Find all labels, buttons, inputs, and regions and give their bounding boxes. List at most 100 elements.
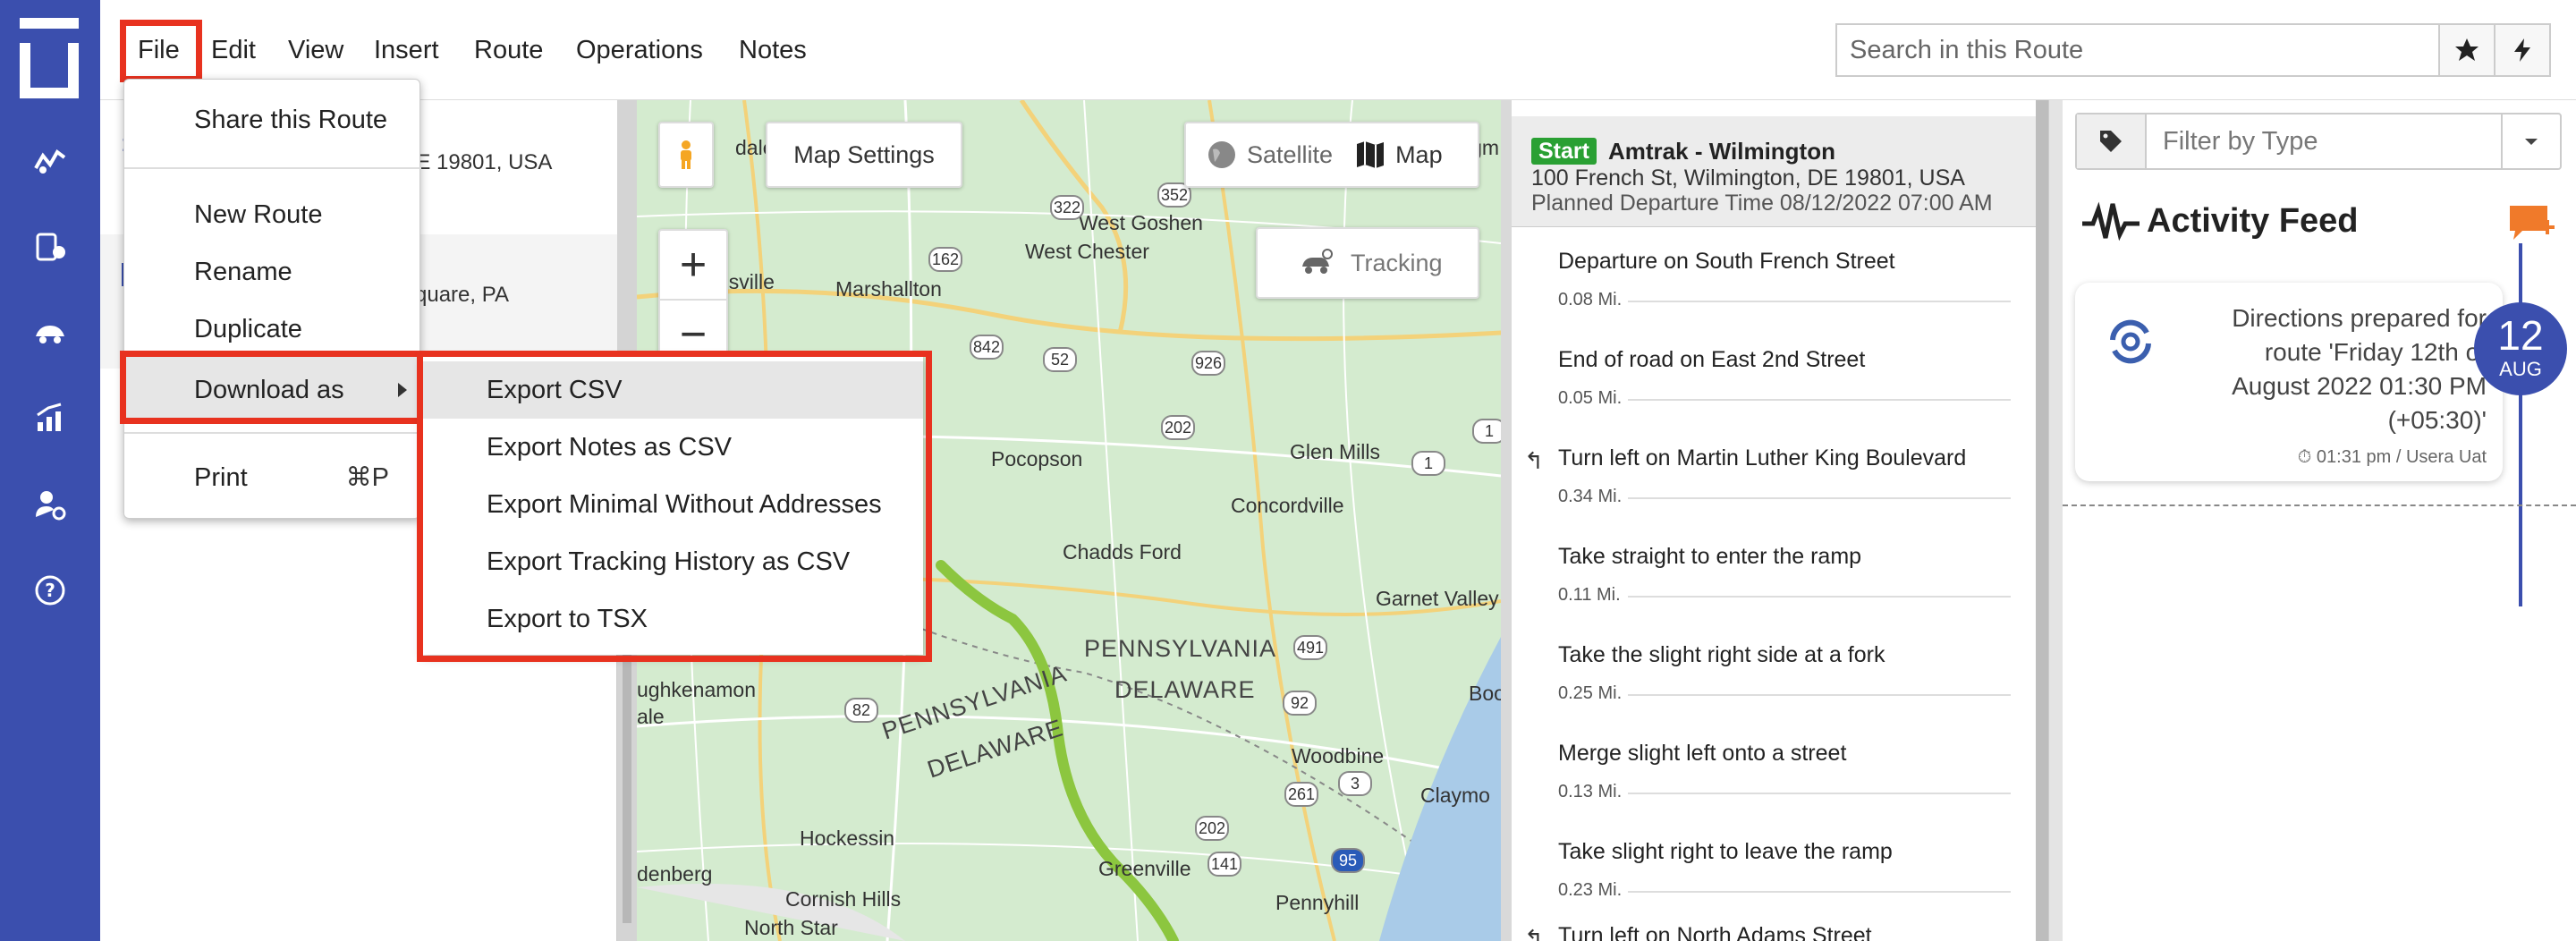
route-shield: 926: [1191, 351, 1225, 376]
direction-distance: 0.25 Mi.: [1558, 683, 1623, 703]
satellite-toggle[interactable]: Satellite: [1206, 139, 1333, 171]
planned-departure: Planned Departure Time 08/12/2022 07:00 …: [1531, 191, 1993, 216]
direction-step[interactable]: ↰ Turn left on Martin Luther King Boulev…: [1512, 431, 2036, 530]
map-place-label: Chadds Ford: [1063, 540, 1182, 564]
date-day: 12: [2497, 312, 2544, 359]
search-input[interactable]: [1837, 25, 2463, 75]
activity-time-user: 01:31 pm / Usera Uat: [2316, 447, 2487, 467]
menu-notes[interactable]: Notes: [739, 32, 807, 68]
route-shield: 95: [1331, 848, 1365, 873]
stops-icon[interactable]: [29, 225, 72, 268]
pegman-icon: [681, 140, 691, 169]
new-route-item[interactable]: New Route: [124, 187, 421, 242]
map-place-label: Glen Mills: [1290, 440, 1380, 463]
duplicate-item[interactable]: Duplicate: [124, 301, 421, 357]
direction-step[interactable]: ↰ Turn left on North Adams Street: [1512, 923, 2036, 941]
analytics-icon[interactable]: [29, 397, 72, 440]
submenu-highlight: [417, 351, 932, 662]
stop-address: DE 19801, USA: [401, 150, 553, 174]
direction-step[interactable]: End of road on East 2nd Street 0.05 Mi.: [1512, 333, 2036, 431]
file-dropdown-menu: Share this Route New Route Rename Duplic…: [123, 79, 421, 519]
map-settings-button[interactable]: Map Settings: [766, 122, 962, 188]
route-shield: 162: [928, 247, 962, 272]
direction-distance: 0.13 Mi.: [1558, 782, 1623, 801]
menu-view[interactable]: View: [288, 32, 343, 68]
map-place-label: Boo: [1469, 682, 1501, 705]
menu-operations[interactable]: Operations: [576, 32, 703, 68]
add-note-icon[interactable]: [2508, 204, 2555, 243]
route-shield: 1: [1472, 419, 1501, 444]
map-fold-icon: [1357, 141, 1385, 168]
map-place-label: Hockessin: [800, 827, 895, 850]
map-place-label: Pocopson: [991, 447, 1083, 470]
activity-card[interactable]: Directions prepared for route 'Friday 12…: [2075, 283, 2503, 481]
route-shield: 322: [1050, 195, 1084, 220]
map-place-label: Greenville: [1098, 857, 1191, 880]
direction-step[interactable]: Take slight right to leave the ramp 0.23…: [1512, 825, 2036, 923]
activity-feed-title: Activity Feed: [2147, 202, 2359, 240]
panel-splitter[interactable]: [2048, 100, 2063, 941]
map-type-control: Satellite Map: [1184, 122, 1479, 188]
map-place-label: North Star: [744, 916, 838, 939]
quick-action-button[interactable]: [2494, 23, 2551, 77]
panel-splitter[interactable]: [1501, 100, 1512, 941]
direction-distance: 0.08 Mi.: [1558, 290, 1623, 309]
direction-step[interactable]: Take straight to enter the ramp 0.11 Mi.: [1512, 530, 2036, 628]
direction-text: Take the slight right side at a fork: [1558, 642, 1885, 667]
street-view-pegman[interactable]: [658, 122, 714, 188]
direction-text: Take straight to enter the ramp: [1558, 544, 1862, 569]
tracking-car-icon: [1302, 249, 1333, 274]
filter-input[interactable]: [2148, 114, 2506, 168]
team-settings-icon[interactable]: [29, 483, 72, 526]
map-toggle[interactable]: Map: [1354, 139, 1443, 171]
app-logo[interactable]: [20, 18, 79, 98]
map-place-label: ughkenamon: [637, 678, 756, 701]
map-place-label: West Goshen: [1079, 211, 1203, 234]
zoom-in-button[interactable]: +: [660, 231, 726, 301]
start-badge: Start: [1531, 138, 1597, 165]
menu-edit[interactable]: Edit: [211, 32, 256, 68]
routes-icon[interactable]: [29, 140, 72, 182]
menu-route[interactable]: Route: [474, 32, 543, 68]
map-label: Map: [1395, 140, 1443, 168]
start-stop-name: Amtrak - Wilmington: [1608, 138, 1835, 165]
menu-insert[interactable]: Insert: [374, 32, 439, 68]
start-stop-header[interactable]: Start Amtrak - Wilmington 100 French St,…: [1512, 116, 2036, 227]
globe-icon: [1208, 141, 1235, 168]
direction-text: Turn left on Martin Luther King Boulevar…: [1558, 445, 1967, 470]
date-badge: 12 AUG: [2474, 302, 2567, 395]
help-icon[interactable]: ?: [29, 569, 72, 612]
directions-scrollbar[interactable]: [2036, 100, 2048, 941]
star-icon: [2455, 38, 2479, 61]
map-place-label: Garnet Valley: [1376, 587, 1499, 610]
route-shield: 82: [844, 698, 878, 723]
activity-text-line: (+05:30)': [2387, 406, 2487, 434]
map-place-label: Pennyhill: [1275, 891, 1360, 914]
map-place-label: West Chester: [1025, 240, 1149, 263]
direction-text: End of road on East 2nd Street: [1558, 347, 1866, 372]
chevron-down-icon[interactable]: [2501, 114, 2560, 168]
direction-distance: 0.05 Mi.: [1558, 388, 1623, 408]
print-label: Print: [194, 463, 248, 492]
route-shield: 141: [1208, 852, 1241, 877]
direction-step[interactable]: Merge slight left onto a street 0.13 Mi.: [1512, 726, 2036, 825]
tracking-button[interactable]: Tracking: [1256, 227, 1479, 299]
print-item[interactable]: Print ⌘P: [124, 450, 421, 505]
map-place-label: Cornish Hills: [785, 887, 902, 911]
route-shield: 261: [1284, 782, 1318, 807]
map-place-label: Claymo: [1420, 784, 1490, 807]
direction-step[interactable]: Take the slight right side at a fork 0.2…: [1512, 628, 2036, 726]
turn-left-icon: ↰: [1524, 925, 1544, 941]
route-shield: 202: [1195, 816, 1229, 841]
favorite-button[interactable]: [2438, 23, 2496, 77]
filter-by-type: [2075, 113, 2562, 170]
direction-step[interactable]: Departure on South French Street 0.08 Mi…: [1512, 234, 2036, 333]
print-shortcut: ⌘P: [345, 463, 389, 492]
vehicles-icon[interactable]: [29, 311, 72, 354]
top-menu-bar: File Edit View Insert Route Operations N…: [100, 0, 2576, 100]
share-route-item[interactable]: Share this Route: [124, 92, 421, 148]
timeline-line: [2519, 243, 2522, 606]
tracking-label: Tracking: [1351, 249, 1443, 276]
rename-item[interactable]: Rename: [124, 244, 421, 300]
direction-distance: 0.23 Mi.: [1558, 880, 1623, 900]
